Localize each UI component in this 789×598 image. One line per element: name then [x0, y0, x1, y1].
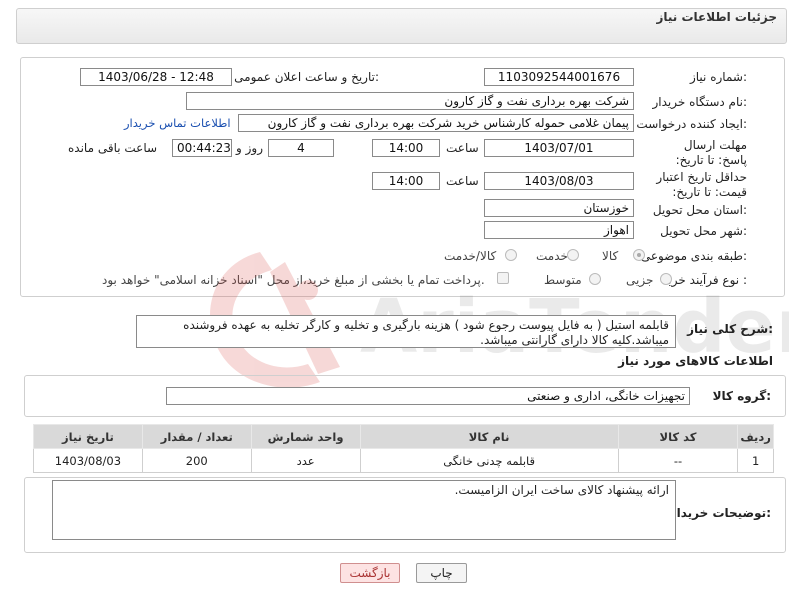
validity-label: حداقل تاریخ اعتبار قیمت: تا تاریخ: — [656, 170, 747, 199]
announce-label: تاریخ و ساعت اعلان عمومی: — [234, 70, 379, 84]
buyer-notes-textarea[interactable]: ارائه پیشنهاد کالای ساخت ایران الزامیست. — [52, 480, 676, 540]
process-option-small: جزیی — [626, 273, 654, 287]
buyer-org-label: نام دستگاه خریدار: — [652, 95, 748, 109]
deadline-time-field: 14:00 — [372, 139, 440, 157]
col-item-name: نام کالا — [359, 424, 619, 449]
buyer-org-field: شرکت بهره برداری نفت و گاز کارون — [186, 92, 634, 110]
deadline-date-field: 1403/07/01 — [484, 139, 634, 157]
goods-table: ردیف کد کالا نام کالا واحد شمارش تعداد /… — [33, 424, 774, 473]
days-word: روز و — [236, 141, 263, 155]
deadline-time-word: ساعت — [446, 141, 479, 155]
category-radio-goods-service[interactable] — [505, 249, 517, 261]
category-radio-goods[interactable] — [633, 249, 645, 261]
print-button[interactable]: چاپ — [416, 563, 467, 583]
creator-field: پیمان غلامی حموله کارشناس خرید شرکت بهره… — [238, 114, 634, 132]
province-label: استان محل تحویل: — [652, 203, 747, 217]
description-label: شرح کلی نیاز: — [687, 322, 773, 336]
col-row-number: ردیف — [737, 424, 774, 449]
treasury-checkbox[interactable] — [497, 272, 509, 284]
process-option-medium: متوسط — [544, 273, 582, 287]
city-field: اهواز — [484, 221, 634, 239]
process-label: نوع فرآیند خرید : — [662, 273, 747, 287]
need-number-field: 1103092544001676 — [484, 68, 634, 86]
category-radio-service[interactable] — [567, 249, 579, 261]
validity-time-field: 14:00 — [372, 172, 440, 190]
cell-quantity: 200 — [141, 448, 252, 473]
city-label: شهر محل تحویل: — [660, 224, 747, 238]
goods-group-field: تجهیزات خانگی، اداری و صنعتی — [166, 387, 690, 405]
page-title: جزئیات اطلاعات نیاز — [656, 10, 777, 24]
goods-table-header: ردیف کد کالا نام کالا واحد شمارش تعداد /… — [33, 424, 774, 449]
cell-item-name: قابلمه چدنی خانگی — [359, 448, 619, 473]
treasury-note: پرداخت تمام یا بخشی از مبلغ خرید،از محل … — [102, 273, 485, 287]
category-option-service: خدمت — [536, 249, 568, 263]
contact-info-link[interactable]: اطلاعات تماس خریدار — [124, 116, 231, 130]
province-field: خوزستان — [484, 199, 634, 217]
cell-unit: عدد — [250, 448, 361, 473]
announce-field: 1403/06/28 - 12:48 — [80, 68, 232, 86]
validity-date-field: 1403/08/03 — [484, 172, 634, 190]
back-button[interactable]: بازگشت — [340, 563, 400, 583]
description-textarea[interactable]: قابلمه استیل ( به فایل پیوست رجوع شود ) … — [136, 315, 676, 348]
days-field: 4 — [268, 139, 334, 157]
cell-item-code: -- — [617, 448, 739, 473]
process-radio-medium[interactable] — [589, 273, 601, 285]
deadline-label: مهلت ارسال پاسخ: تا تاریخ: — [675, 138, 747, 167]
category-option-goods: کالا — [602, 249, 619, 263]
creator-label: ایجاد کننده درخواست: — [636, 117, 747, 131]
col-item-code: کد کالا — [617, 424, 739, 449]
category-label: طبقه بندی موضوعی: — [640, 249, 747, 263]
table-row: 1 -- قابلمه چدنی خانگی عدد 200 1403/08/0… — [33, 448, 774, 473]
remaining-word: ساعت باقی مانده — [68, 141, 158, 155]
validity-time-word: ساعت — [446, 174, 479, 188]
goods-section-title: اطلاعات کالاهای مورد نیاز — [618, 354, 773, 368]
category-option-goods-service: کالا/خدمت — [444, 249, 497, 263]
col-quantity: تعداد / مقدار — [141, 424, 252, 449]
cell-row-number: 1 — [737, 448, 774, 473]
remaining-time-field: 00:44:23 — [172, 139, 232, 157]
need-number-label: شماره نیاز: — [689, 70, 747, 84]
goods-group-label: گروه کالا: — [712, 389, 771, 403]
col-need-date: تاریخ نیاز — [33, 424, 143, 449]
process-radio-small[interactable] — [660, 273, 672, 285]
col-unit: واحد شمارش — [250, 424, 361, 449]
buyer-notes-label: توضیحات خریدار: — [669, 506, 771, 520]
cell-need-date: 1403/08/03 — [33, 448, 143, 473]
